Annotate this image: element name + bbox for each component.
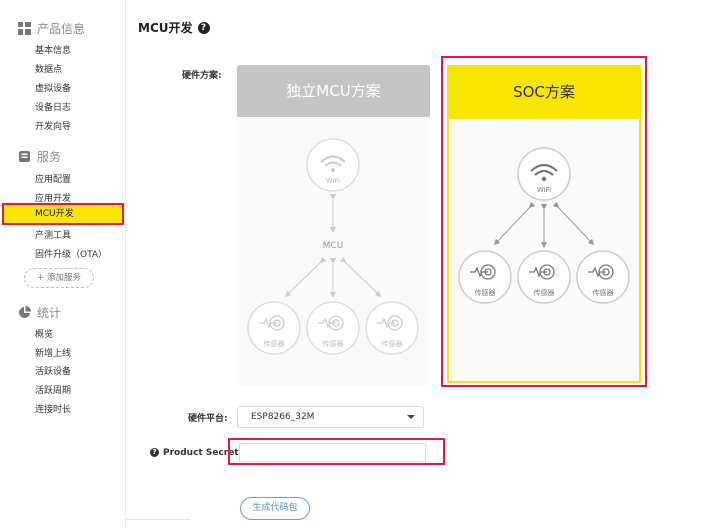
sidebar-item-connect-duration[interactable]: 连接时长 — [35, 402, 71, 415]
mcu-label: MCU — [323, 241, 344, 251]
sensor-label: 传感器 — [475, 288, 496, 297]
section-header-services: 服务 — [18, 148, 61, 165]
page-title: MCU开发 ? — [138, 19, 210, 36]
section-title: 产品信息 — [37, 22, 86, 36]
hardware-platform-label: 硬件平台: — [188, 414, 228, 424]
divider — [126, 519, 190, 520]
sidebar-item-virtual-device[interactable]: 虚拟设备 — [35, 81, 71, 94]
hardware-platform-select[interactable]: ESP8266_32M — [237, 406, 424, 428]
pie-icon — [19, 306, 31, 318]
section-title: 统计 — [37, 306, 62, 320]
product-secret-input[interactable] — [239, 443, 426, 462]
wifi-label: WiFi — [537, 186, 551, 194]
sidebar-item-app-config[interactable]: 应用配置 — [35, 172, 71, 185]
section-title: 服务 — [37, 150, 62, 164]
sensor-label: 传感器 — [323, 339, 344, 348]
sidebar-item-active-devices[interactable]: 活跃设备 — [35, 364, 71, 377]
sensor-node-3: 传感器 — [576, 250, 630, 304]
sensor-node-1: 传感器 — [247, 301, 301, 355]
arrow-wifi-sensor-1 — [493, 201, 536, 246]
sidebar-item-new-online[interactable]: 新增上线 — [35, 346, 71, 359]
hardware-platform-value: ESP8266_32M — [251, 412, 315, 422]
sensor-label: 传感器 — [593, 288, 614, 297]
sidebar-item-active-period[interactable]: 活跃周期 — [35, 383, 71, 396]
arrow-mcu-sensor-1 — [284, 256, 327, 298]
sidebar-item-datapoints[interactable]: 数据点 — [35, 62, 62, 75]
soc-scheme-card[interactable]: SOC方案 WiFi 传感器 传感器 传感器 — [441, 56, 647, 387]
section-header-product-info: 产品信息 — [18, 20, 85, 37]
sidebar-item-test-tool[interactable]: 产测工具 — [35, 228, 71, 241]
sidebar-item-device-log[interactable]: 设备日志 — [35, 100, 71, 113]
sensor-label: 传感器 — [534, 288, 555, 297]
service-icon — [19, 151, 30, 162]
help-icon[interactable]: ? — [197, 21, 210, 34]
section-header-statistics: 统计 — [18, 304, 61, 321]
arrow-wifi-sensor-3 — [552, 201, 595, 246]
sidebar-item-mcu-dev[interactable]: MCU开发 — [2, 203, 124, 225]
sensor-node-3: 传感器 — [365, 301, 419, 355]
sensor-label: 传感器 — [264, 339, 285, 348]
wifi-node: WiFi — [517, 147, 571, 201]
wifi-node: WiFi — [306, 138, 360, 192]
arrow-mcu-sensor-3 — [339, 256, 382, 298]
wifi-label: WiFi — [326, 177, 340, 185]
hardware-scheme-label: 硬件方案: — [182, 71, 222, 81]
question-icon[interactable]: ? — [150, 448, 159, 457]
grid-icon — [18, 22, 31, 35]
page-title-text: MCU开发 — [138, 21, 193, 35]
sensor-node-1: 传感器 — [458, 250, 512, 304]
sensor-node-2: 传感器 — [517, 250, 571, 304]
add-service-button[interactable]: + 添加服务 — [24, 268, 94, 288]
product-secret-highlight — [228, 438, 445, 465]
sidebar-item-overview[interactable]: 概览 — [35, 327, 53, 340]
sidebar-item-dev-guide[interactable]: 开发向导 — [35, 119, 71, 132]
chevron-down-icon — [407, 415, 415, 419]
sensor-label: 传感器 — [382, 339, 403, 348]
sidebar-item-basic-info[interactable]: 基本信息 — [35, 43, 71, 56]
sensor-node-2: 传感器 — [306, 301, 360, 355]
mcu-scheme-card[interactable]: 独立MCU方案 WiFi MCU 传感器 传感器 传感器 — [237, 65, 430, 386]
soc-diagram: WiFi 传感器 传感器 传感器 — [458, 147, 630, 304]
soc-card-inner: SOC方案 WiFi 传感器 传感器 传感器 — [447, 65, 641, 383]
sidebar: 产品信息 基本信息 数据点 虚拟设备 设备日志 开发向导 服务 应用配置 应用开… — [0, 0, 126, 528]
generate-code-button[interactable]: 生成代码包 — [240, 497, 310, 520]
sidebar-item-ota[interactable]: 固件升级（OTA） — [35, 247, 107, 260]
mcu-diagram: WiFi MCU 传感器 传感器 传感器 — [247, 138, 419, 355]
